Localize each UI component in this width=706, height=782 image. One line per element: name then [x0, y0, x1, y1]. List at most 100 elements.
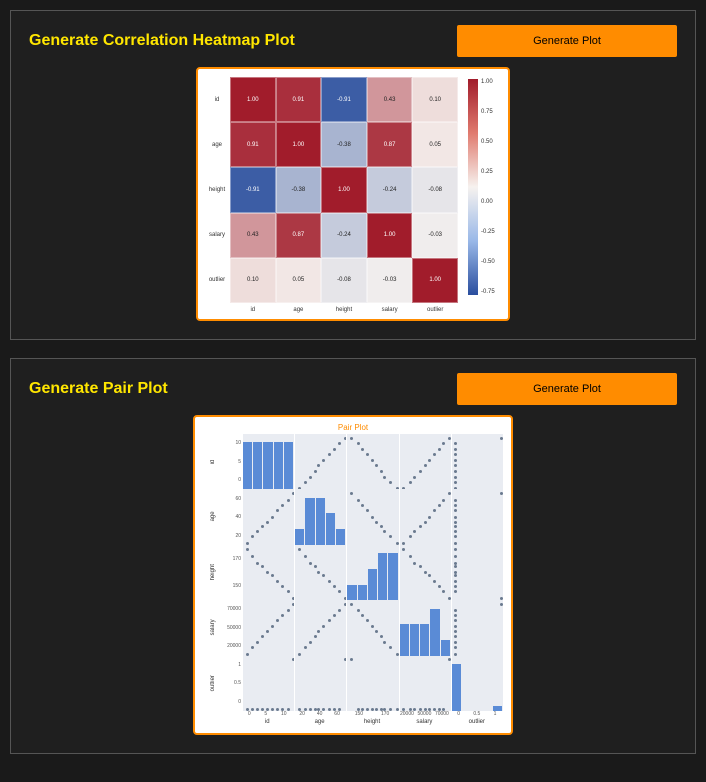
pairplot-plot: Pair Plot id1050age604020height170150sal…	[193, 415, 513, 735]
heatmap-ylabel: height	[204, 167, 230, 212]
pairplot-scatter-cell	[452, 545, 503, 600]
pairplot-scatter-cell	[243, 600, 294, 655]
pairplot-scatter-cell	[243, 489, 294, 544]
heatmap-cell: 0.91	[276, 77, 322, 122]
heatmap-generate-button[interactable]: Generate Plot	[457, 25, 677, 57]
pairplot-panel-header: Generate Pair Plot Generate Plot	[29, 373, 677, 405]
pairplot-hist-cell	[400, 600, 451, 655]
pairplot-xlabel: height	[346, 719, 398, 725]
heatmap-cell: -0.91	[321, 77, 367, 122]
heatmap-cell: -0.38	[321, 122, 367, 167]
heatmap-cell: 0.43	[367, 77, 413, 122]
colorbar-tick: 0.75	[481, 109, 504, 115]
pairplot-hist-cell	[452, 656, 503, 711]
heatmap-cell: -0.24	[321, 213, 367, 258]
heatmap-xlabel: age	[276, 303, 322, 313]
pairplot-yticks: 700005000020000	[223, 600, 243, 655]
pairplot-generate-button[interactable]: Generate Plot	[457, 373, 677, 405]
heatmap-cell: 1.00	[367, 213, 413, 258]
heatmap-cell: -0.08	[412, 167, 458, 212]
heatmap-ylabel: salary	[204, 213, 230, 258]
pairplot-scatter-cell	[400, 656, 451, 711]
heatmap-cell: 1.00	[321, 167, 367, 212]
pairplot-xticks: 0510	[241, 711, 293, 717]
heatmap-cell: 1.00	[276, 122, 322, 167]
heatmap-cell: -0.08	[321, 258, 367, 303]
pairplot-scatter-cell	[400, 434, 451, 489]
heatmap-cell: -0.03	[367, 258, 413, 303]
colorbar-tick: -0.25	[481, 229, 504, 235]
heatmap-cell: 0.10	[230, 258, 276, 303]
heatmap-cell: 0.05	[412, 122, 458, 167]
heatmap-colorbar: 1.00 0.75 0.50 0.25 0.00 -0.25 -0.50 -0.75	[464, 69, 508, 319]
pairplot-hist-cell	[347, 545, 398, 600]
heatmap-cell: -0.24	[367, 167, 413, 212]
pairplot-ylabel: id	[203, 434, 223, 489]
pairplot-xticks: 204060	[293, 711, 345, 717]
pairplot-yticks: 1050	[223, 434, 243, 489]
heatmap-xlabel: id	[230, 303, 276, 313]
pairplot-scatter-cell	[243, 656, 294, 711]
heatmap-cell: 1.00	[412, 258, 458, 303]
heatmap-ylabel: age	[204, 122, 230, 167]
pairplot-xlabel: age	[293, 719, 345, 725]
heatmap-plot: id1.000.91-0.910.430.10age0.911.00-0.380…	[196, 67, 510, 321]
heatmap-cell: 1.00	[230, 77, 276, 122]
heatmap-cell: 0.87	[276, 213, 322, 258]
pairplot-xlabel: salary	[398, 719, 450, 725]
pairplot-scatter-cell	[400, 489, 451, 544]
pairplot-yticks: 10.50	[223, 656, 243, 711]
pairplot-ylabel: height	[203, 545, 223, 600]
pairplot-scatter-cell	[347, 434, 398, 489]
pairplot-scatter-cell	[295, 545, 346, 600]
pairplot-xlabel: outlier	[451, 719, 503, 725]
pairplot-xlabel: id	[241, 719, 293, 725]
colorbar-tick: 0.50	[481, 139, 504, 145]
heatmap-xlabel: outlier	[412, 303, 458, 313]
pairplot-scatter-cell	[243, 545, 294, 600]
pairplot-ylabel: salary	[203, 600, 223, 655]
pairplot-panel: Generate Pair Plot Generate Plot Pair Pl…	[10, 358, 696, 754]
pairplot-yticks: 604020	[223, 489, 243, 544]
heatmap-cell: 0.91	[230, 122, 276, 167]
pairplot-scatter-cell	[347, 656, 398, 711]
heatmap-cell: 0.43	[230, 213, 276, 258]
pairplot-scatter-cell	[295, 434, 346, 489]
heatmap-cell: -0.38	[276, 167, 322, 212]
pairplot-title: Generate Pair Plot	[29, 380, 168, 398]
pairplot-xticks: 150170	[346, 711, 398, 717]
heatmap-panel-header: Generate Correlation Heatmap Plot Genera…	[29, 25, 677, 57]
pairplot-scatter-cell	[400, 545, 451, 600]
pairplot-yticks: 170150	[223, 545, 243, 600]
pairplot-plot-title: Pair Plot	[203, 423, 503, 432]
pairplot-scatter-cell	[347, 489, 398, 544]
pairplot-scatter-cell	[452, 489, 503, 544]
colorbar-tick: 0.25	[481, 169, 504, 175]
heatmap-title: Generate Correlation Heatmap Plot	[29, 32, 295, 50]
heatmap-panel: Generate Correlation Heatmap Plot Genera…	[10, 10, 696, 340]
colorbar-tick: -0.75	[481, 289, 504, 295]
colorbar-tick: 1.00	[481, 79, 504, 85]
heatmap-cell: -0.91	[230, 167, 276, 212]
colorbar-tick: 0.00	[481, 199, 504, 205]
heatmap-xlabel: salary	[367, 303, 413, 313]
pairplot-scatter-cell	[347, 600, 398, 655]
pairplot-xticks: 00.51	[451, 711, 503, 717]
pairplot-ylabel: age	[203, 489, 223, 544]
pairplot-scatter-cell	[452, 434, 503, 489]
pairplot-hist-cell	[243, 434, 294, 489]
pairplot-xticks: 200005000070000	[398, 711, 450, 717]
heatmap-ylabel: outlier	[204, 258, 230, 303]
colorbar-gradient	[468, 79, 478, 295]
heatmap-cell: 0.05	[276, 258, 322, 303]
pairplot-scatter-cell	[452, 600, 503, 655]
heatmap-cell: 0.10	[412, 77, 458, 122]
heatmap-cell: -0.03	[412, 213, 458, 258]
heatmap-ylabel: id	[204, 77, 230, 122]
colorbar-tick: -0.50	[481, 259, 504, 265]
pairplot-ylabel: outlier	[203, 656, 223, 711]
heatmap-xlabel: height	[321, 303, 367, 313]
heatmap-cell: 0.87	[367, 122, 413, 167]
pairplot-hist-cell	[295, 489, 346, 544]
pairplot-scatter-cell	[295, 656, 346, 711]
